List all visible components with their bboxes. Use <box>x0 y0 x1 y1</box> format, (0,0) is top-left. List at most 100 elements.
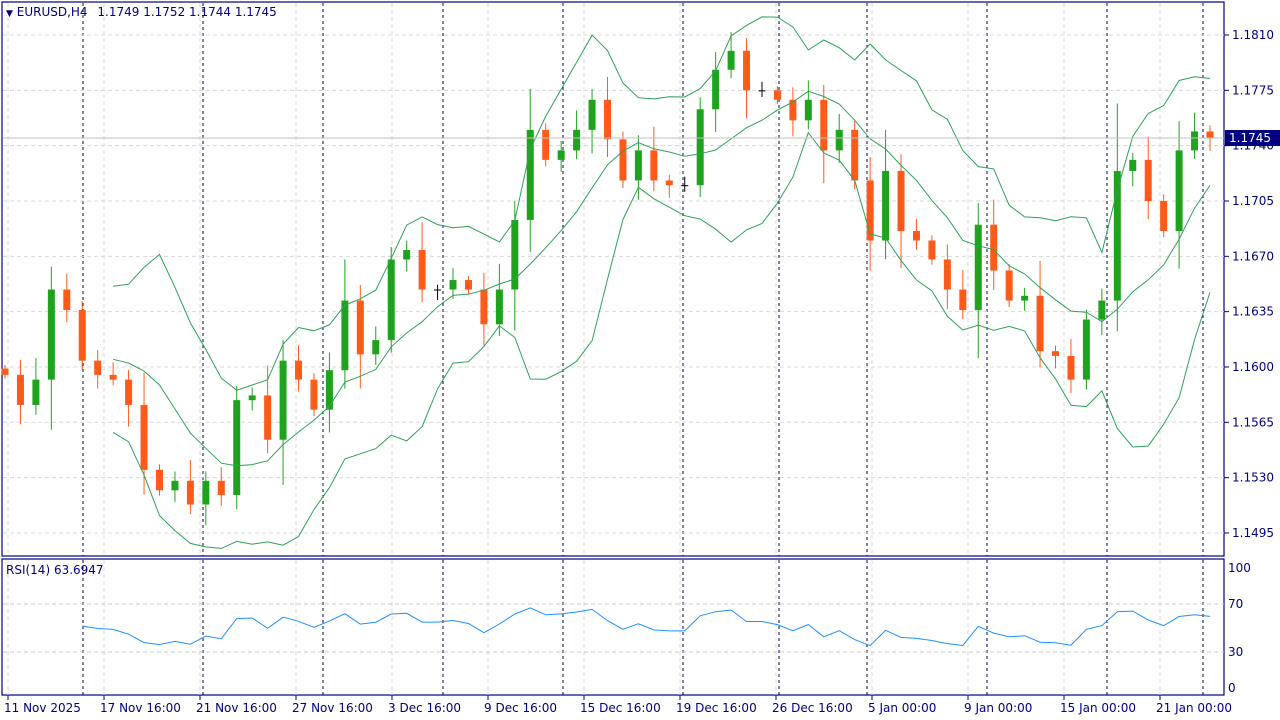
y-tick-label: 1.1775 <box>1232 83 1274 97</box>
candle-body <box>155 469 163 491</box>
x-tick-label: 11 Nov 2025 <box>4 701 81 715</box>
candle-body <box>125 379 133 405</box>
x-tick-label: 9 Dec 16:00 <box>484 701 557 715</box>
chart-window[interactable]: 11 Nov 2025 17 Nov 16:00 21 Nov 16:00 27 No… <box>0 0 1280 720</box>
candle-body <box>279 360 287 440</box>
candle-body <box>743 50 751 91</box>
x-tick-label: 26 Dec 16:00 <box>772 701 853 715</box>
candle-body <box>990 224 998 271</box>
candle-body <box>295 360 303 380</box>
rsi-panel-frame <box>1 558 1225 696</box>
y-tick-label: 1.1635 <box>1232 305 1274 319</box>
candle-body <box>650 150 658 181</box>
candle-body <box>928 240 936 260</box>
y-tick-label: 1.1565 <box>1232 415 1274 429</box>
candle-body <box>341 300 349 371</box>
candle-body <box>1082 319 1090 380</box>
rsi-line <box>82 607 1211 647</box>
candle-body <box>588 99 596 130</box>
bollinger-middle-band <box>112 90 1211 467</box>
candle-body <box>851 129 859 181</box>
ohlc-readout: 1.1749 1.1752 1.1744 1.1745 <box>97 5 277 19</box>
candle-body <box>1005 270 1013 301</box>
candle-body <box>248 395 256 401</box>
candle-body <box>835 129 843 151</box>
candle-body <box>403 249 411 260</box>
x-tick-label: 9 Jan 00:00 <box>964 701 1032 715</box>
rsi-label: RSI(14) 63.6947 <box>6 563 104 577</box>
candle-body <box>310 379 318 410</box>
candle-body <box>1067 355 1075 380</box>
candle-body <box>32 379 40 405</box>
x-tick-label: 3 Dec 16:00 <box>388 701 461 715</box>
candle-body <box>78 310 86 361</box>
candle-body <box>1052 351 1060 356</box>
x-tick-label: 27 Nov 16:00 <box>292 701 373 715</box>
candle-body <box>63 289 71 311</box>
candle-body <box>866 180 874 241</box>
candle-body <box>758 90 766 92</box>
x-tick-label: 5 Jan 00:00 <box>868 701 936 715</box>
candle-body <box>943 259 951 290</box>
candle-body <box>1160 200 1168 232</box>
candle-body <box>1 368 9 375</box>
candle-body <box>325 370 333 410</box>
candle-body <box>418 249 426 290</box>
candle-body <box>634 150 642 181</box>
y-tick-label: 1.1530 <box>1232 471 1274 485</box>
candle-body <box>1175 150 1183 232</box>
candle-body <box>696 109 704 186</box>
main-panel-frame <box>1 1 1225 557</box>
y-tick-label: 1.1705 <box>1232 194 1274 208</box>
collapse-triangle-icon[interactable]: ▼ <box>6 9 13 19</box>
candle-body <box>264 395 272 440</box>
candle-body <box>959 289 967 311</box>
candle-body <box>604 99 611 140</box>
candle-body <box>449 280 457 290</box>
x-tick-label: 17 Nov 16:00 <box>100 701 181 715</box>
y-tick-label: 1.1600 <box>1232 360 1274 374</box>
candle-body <box>882 170 890 241</box>
bollinger-lower-band <box>112 131 1211 549</box>
symbol-label: EURUSD,H4 <box>16 5 88 19</box>
rsi-level-label: 70 <box>1228 597 1243 611</box>
candle-body <box>356 300 364 355</box>
rsi-level-label: 100 <box>1228 561 1251 575</box>
current-price-tag: 1.1745 <box>1225 130 1280 146</box>
x-tick-label: 21 Jan 00:00 <box>1156 701 1232 715</box>
candle-body <box>974 224 982 311</box>
y-tick-label: 1.1495 <box>1232 526 1274 540</box>
candle-body <box>727 50 735 70</box>
candle-body <box>480 289 488 325</box>
candle-body <box>665 180 673 186</box>
candle-body <box>804 99 812 121</box>
candle-body <box>202 480 210 505</box>
y-tick-label: 1.1810 <box>1232 28 1274 42</box>
candle-body <box>186 480 194 505</box>
candle-body <box>1191 131 1199 151</box>
candle-body <box>140 404 148 470</box>
candle-body <box>387 259 395 341</box>
x-tick-label: 15 Dec 16:00 <box>580 701 661 715</box>
candle-body <box>820 99 828 151</box>
chart-canvas[interactable]: 11 Nov 2025 17 Nov 16:00 21 Nov 16:00 27 No… <box>0 0 1280 720</box>
candle-body <box>542 129 550 160</box>
candle-body <box>1036 295 1044 352</box>
candle-body <box>619 139 627 181</box>
x-tick-label: 21 Nov 16:00 <box>196 701 277 715</box>
candle-body <box>233 400 241 496</box>
x-tick-label: 15 Jan 00:00 <box>1060 701 1136 715</box>
bollinger-upper-band <box>113 16 1211 391</box>
candle-body <box>16 374 24 405</box>
candle-body <box>495 289 503 325</box>
candle-body <box>1021 295 1029 301</box>
candle-body <box>897 170 905 232</box>
candle-body <box>109 374 117 380</box>
candle-body <box>712 69 720 110</box>
candle-body <box>1144 159 1152 201</box>
candle-body <box>434 289 442 291</box>
candle-body <box>47 289 55 380</box>
candle-body <box>1098 300 1106 320</box>
candle-body <box>94 360 102 375</box>
candle-body <box>171 480 179 491</box>
